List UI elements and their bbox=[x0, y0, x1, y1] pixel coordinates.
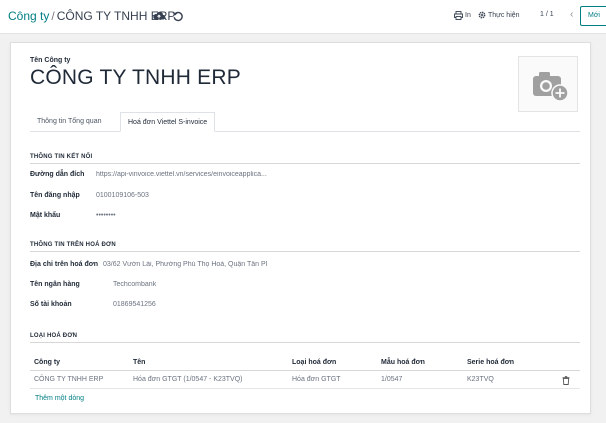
invoice-info-section-title: THÔNG TIN TRÊN HOÁ ĐƠN bbox=[30, 242, 116, 248]
chevron-left-icon[interactable]: ‹ bbox=[570, 9, 573, 20]
cloud-save-icon[interactable] bbox=[152, 9, 166, 23]
tab-general-info[interactable]: Thông tin Tổng quan bbox=[30, 112, 108, 132]
account-number-field[interactable]: 01869541256 bbox=[113, 301, 156, 308]
column-header-name[interactable]: Tên bbox=[133, 359, 145, 366]
discard-icon[interactable] bbox=[171, 9, 185, 23]
cell-template: 1/0547 bbox=[381, 376, 403, 383]
new-button[interactable]: Mới bbox=[580, 6, 606, 26]
username-field[interactable]: 0100109106-503 bbox=[96, 192, 149, 199]
cell-company: CÔNG TY TNHH ERP bbox=[34, 376, 104, 383]
breadcrumb-parent-link[interactable]: Công ty bbox=[8, 9, 49, 23]
section-divider bbox=[30, 342, 580, 343]
password-label: Mật khẩu bbox=[30, 212, 61, 219]
endpoint-url-label: Đường dẫn đích bbox=[30, 171, 85, 178]
table-row[interactable]: CÔNG TY TNHH ERP Hóa đơn GTGT (1/0547 - … bbox=[30, 372, 580, 389]
company-name-label: Tên Công ty bbox=[30, 57, 71, 64]
section-divider bbox=[30, 251, 580, 252]
invoice-type-table-header: Công ty Tên Loại hoá đơn Mẫu hoá đơn Ser… bbox=[30, 357, 580, 371]
camera-add-icon bbox=[533, 72, 569, 102]
add-line-link[interactable]: Thêm một dòng bbox=[35, 395, 84, 402]
company-logo-placeholder[interactable] bbox=[518, 56, 578, 112]
invoice-address-label: Địa chỉ trên hoá đơn bbox=[30, 261, 98, 268]
control-panel: Công ty / CÔNG TY TNHH ERP In Thực hiện 1 … bbox=[0, 0, 606, 34]
company-name-field[interactable]: CÔNG TY TNHH ERP bbox=[30, 66, 241, 90]
invoice-address-field[interactable]: 03/62 Vườn Lài, Phường Phú Thọ Hoà, Quận… bbox=[103, 261, 293, 268]
cell-serie: K23TVQ bbox=[467, 376, 494, 383]
account-number-label: Số tài khoản bbox=[30, 301, 72, 308]
column-header-serie[interactable]: Serie hoá đơn bbox=[467, 359, 514, 366]
notebook-tabs: Thông tin Tổng quan Hoá đơn Viettel S-in… bbox=[30, 112, 580, 132]
tab-viettel-sinvoice[interactable]: Hoá đơn Viettel S-invoice bbox=[120, 112, 216, 132]
endpoint-url-field[interactable]: https://api-vinvoice.viettel.vn/services… bbox=[96, 171, 310, 178]
invoice-type-section-title: LOẠI HOÁ ĐƠN bbox=[30, 333, 78, 339]
print-button[interactable]: In bbox=[454, 11, 471, 20]
breadcrumb: Công ty / CÔNG TY TNHH ERP bbox=[8, 9, 175, 23]
pager-value[interactable]: 1 / 1 bbox=[540, 11, 554, 18]
action-label: Thực hiện bbox=[488, 11, 520, 19]
gear-icon bbox=[478, 11, 486, 19]
bank-name-label: Tên ngân hàng bbox=[30, 281, 80, 288]
connection-section-title: THÔNG TIN KẾT NỐI bbox=[30, 154, 93, 160]
breadcrumb-separator: / bbox=[51, 9, 55, 23]
column-header-template[interactable]: Mẫu hoá đơn bbox=[381, 359, 425, 366]
section-divider bbox=[30, 163, 580, 164]
cell-invoice-type: Hóa đơn GTGT bbox=[292, 376, 341, 383]
printer-icon bbox=[454, 11, 463, 20]
password-field[interactable]: •••••••• bbox=[96, 212, 116, 219]
action-menu-button[interactable]: Thực hiện bbox=[478, 11, 520, 19]
bank-name-field[interactable]: Techcombank bbox=[113, 281, 156, 288]
column-header-invoice-type[interactable]: Loại hoá đơn bbox=[292, 359, 336, 366]
column-header-company[interactable]: Công ty bbox=[34, 359, 60, 366]
username-label: Tên đăng nhập bbox=[30, 192, 80, 199]
trash-icon[interactable] bbox=[562, 376, 570, 385]
cell-name: Hóa đơn GTGT (1/0547 - K23TVQ) bbox=[133, 376, 243, 383]
print-label: In bbox=[465, 12, 471, 19]
